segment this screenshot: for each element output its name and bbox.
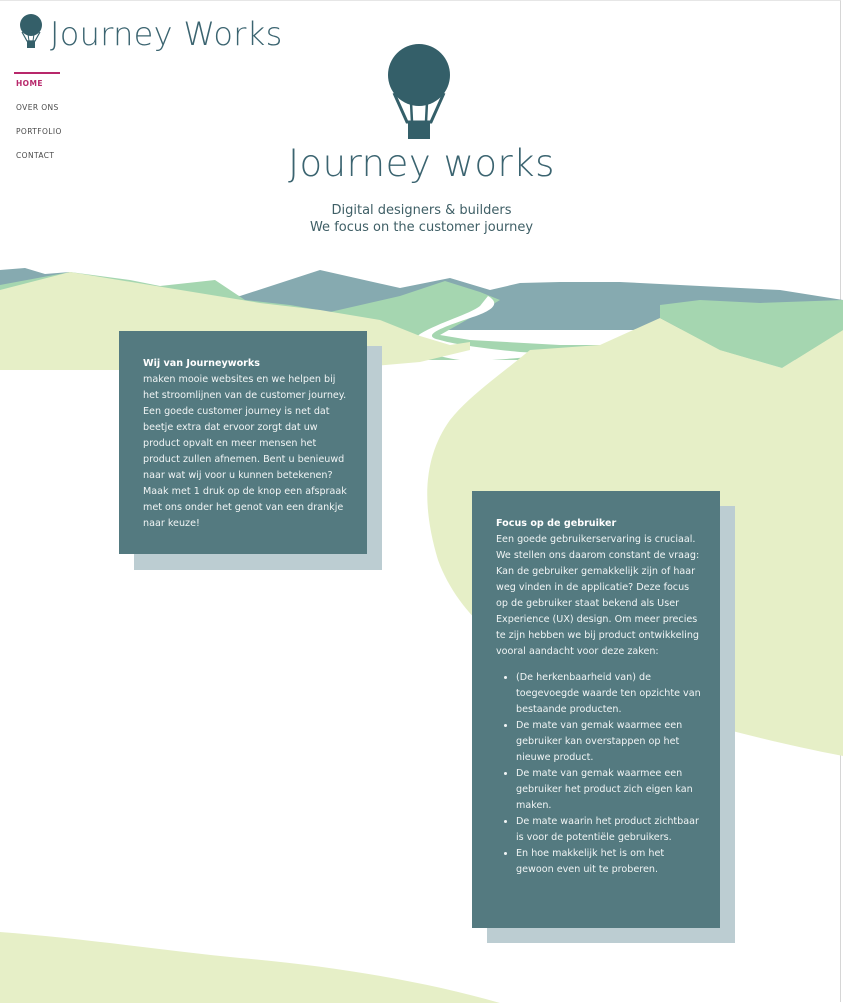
site-logo[interactable]: Journey Works — [18, 14, 283, 54]
hot-air-balloon-icon — [387, 44, 453, 144]
focus-list: (De herkenbaarheid van) de toegevoegde w… — [496, 670, 702, 878]
nav-item-portfolio[interactable]: PORTFOLIO — [14, 120, 74, 144]
hero-subtitle: Digital designers & builders We focus on… — [0, 202, 843, 236]
card-body: Een goede gebruikerservaring is cruciaal… — [496, 534, 700, 657]
about-card: Wij van Journeyworks maken mooie website… — [119, 331, 367, 554]
focus-card: Focus op de gebruiker Een goede gebruike… — [472, 491, 720, 928]
hot-air-balloon-icon — [18, 14, 44, 54]
hero-subtitle-line: Digital designers & builders — [331, 203, 512, 218]
list-item: En hoe makkelijk het is om het gewoon ev… — [516, 846, 702, 878]
nav-item-over-ons[interactable]: OVER ONS — [14, 96, 74, 120]
hero-title: Journey works — [288, 142, 555, 185]
nav-item-home[interactable]: HOME — [14, 72, 60, 96]
list-item: (De herkenbaarheid van) de toegevoegde w… — [516, 670, 702, 718]
card-title: Wij van Journeyworks — [143, 358, 260, 369]
hero-subtitle-line: We focus on the customer journey — [309, 220, 534, 235]
card-title: Focus op de gebruiker — [496, 518, 617, 529]
list-item: De mate waarin het product zichtbaar is … — [516, 814, 702, 846]
card-body: maken mooie websites en we helpen bij he… — [143, 374, 347, 529]
list-item: De mate van gemak waarmee een gebruiker … — [516, 766, 702, 814]
list-item: De mate van gemak waarmee een gebruiker … — [516, 718, 702, 766]
bottom-hill — [0, 932, 500, 1003]
logo-text: Journey Works — [50, 15, 283, 53]
